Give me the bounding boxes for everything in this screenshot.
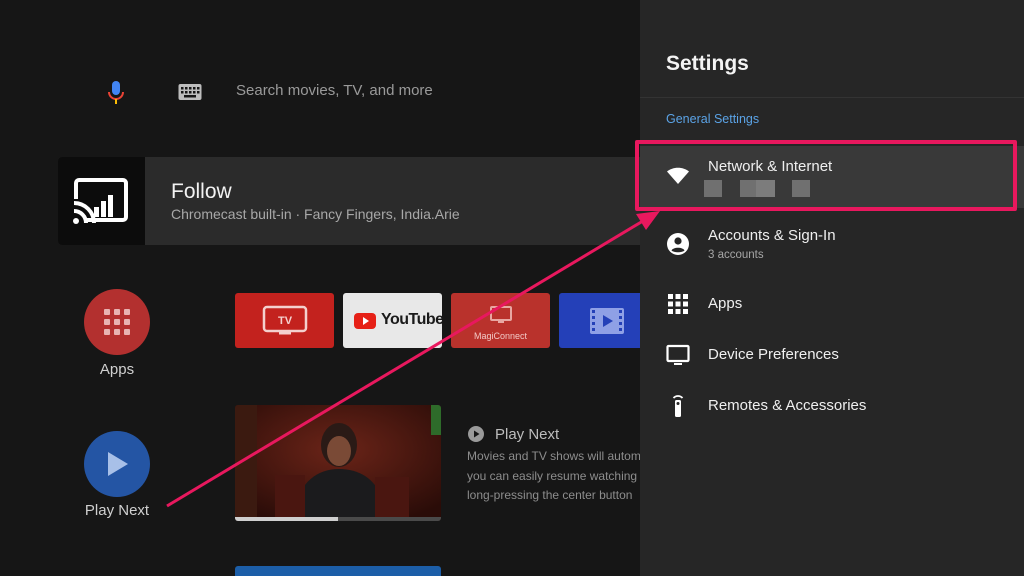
youtube-logo-icon	[354, 312, 376, 329]
settings-item-accounts-sign-in[interactable]: Accounts & Sign-In 3 accounts	[640, 222, 1024, 272]
video-progress-fill	[235, 517, 338, 521]
video-player-icon	[590, 307, 624, 334]
annotation-highlight-box	[635, 140, 1017, 211]
settings-divider	[640, 97, 1024, 98]
settings-panel: Settings General Settings Network & Inte…	[640, 0, 1024, 576]
next-row-tile[interactable]	[235, 566, 441, 576]
youtube-app-tile[interactable]: YouTube	[343, 293, 442, 348]
play-next-description: Movies and TV shows will autom you can e…	[467, 447, 640, 506]
tv-home-screen: Search movies, TV, and more Follow Chrom…	[0, 0, 640, 576]
settings-item-remotes-accessories[interactable]: Remotes & Accessories	[640, 382, 1024, 432]
play-next-description-line: you can easily resume watching	[467, 468, 638, 483]
search-placeholder[interactable]: Search movies, TV, and more	[236, 82, 433, 99]
settings-item-label: Remotes & Accessories	[708, 397, 867, 414]
magiconnect-icon	[489, 306, 512, 323]
video-progress-bar	[235, 517, 441, 521]
settings-item-label: Apps	[708, 295, 743, 312]
apps-grid-icon	[668, 294, 688, 314]
play-icon	[108, 452, 128, 476]
follow-card[interactable]: Follow Chromecast built-in · Fancy Finge…	[58, 157, 640, 245]
video-player-app-tile[interactable]	[559, 293, 640, 348]
play-next-description-line: Movies and TV shows will autom	[467, 449, 640, 463]
video-still-image	[235, 405, 441, 517]
youtube-tile-label: YouTube	[381, 311, 442, 328]
apps-launcher-label: Apps	[99, 361, 135, 378]
settings-item-device-preferences[interactable]: Device Preferences	[640, 331, 1024, 381]
follow-subtitle: Chromecast built-in · Fancy Fingers, Ind…	[171, 206, 460, 222]
settings-item-label: Device Preferences	[708, 346, 839, 363]
play-next-launcher-button[interactable]	[84, 431, 150, 497]
play-next-description-line: long-pressing the center button	[467, 488, 633, 502]
settings-item-label: Accounts & Sign-In	[708, 227, 836, 244]
tv-app-tile[interactable]: TV	[235, 293, 334, 348]
settings-item-sublabel: 3 accounts	[708, 249, 764, 261]
tv-tile-label: TV	[277, 315, 292, 327]
general-settings-section-label: General Settings	[666, 112, 760, 126]
cast-icon	[72, 178, 128, 225]
play-next-title: Play Next	[495, 426, 560, 443]
settings-item-apps[interactable]: Apps	[640, 280, 1024, 330]
tv-display-icon	[666, 344, 690, 365]
follow-thumbnail	[58, 157, 145, 245]
search-bar[interactable]: Search movies, TV, and more	[0, 74, 640, 110]
magiconnect-app-tile[interactable]: MagiConnect	[451, 293, 550, 348]
play-next-video-thumbnail[interactable]	[235, 405, 441, 521]
microphone-icon[interactable]	[106, 80, 126, 106]
play-circle-icon	[468, 426, 484, 442]
tv-icon: TV	[262, 305, 307, 334]
keyboard-icon[interactable]	[178, 83, 202, 101]
play-next-launcher-label: Play Next	[84, 502, 150, 519]
remote-icon	[672, 395, 684, 417]
follow-title: Follow	[171, 180, 232, 203]
apps-grid-icon	[104, 309, 130, 335]
apps-launcher-button[interactable]	[84, 289, 150, 355]
settings-title: Settings	[666, 52, 749, 75]
account-icon	[667, 233, 689, 255]
magiconnect-tile-label: MagiConnect	[473, 331, 528, 341]
